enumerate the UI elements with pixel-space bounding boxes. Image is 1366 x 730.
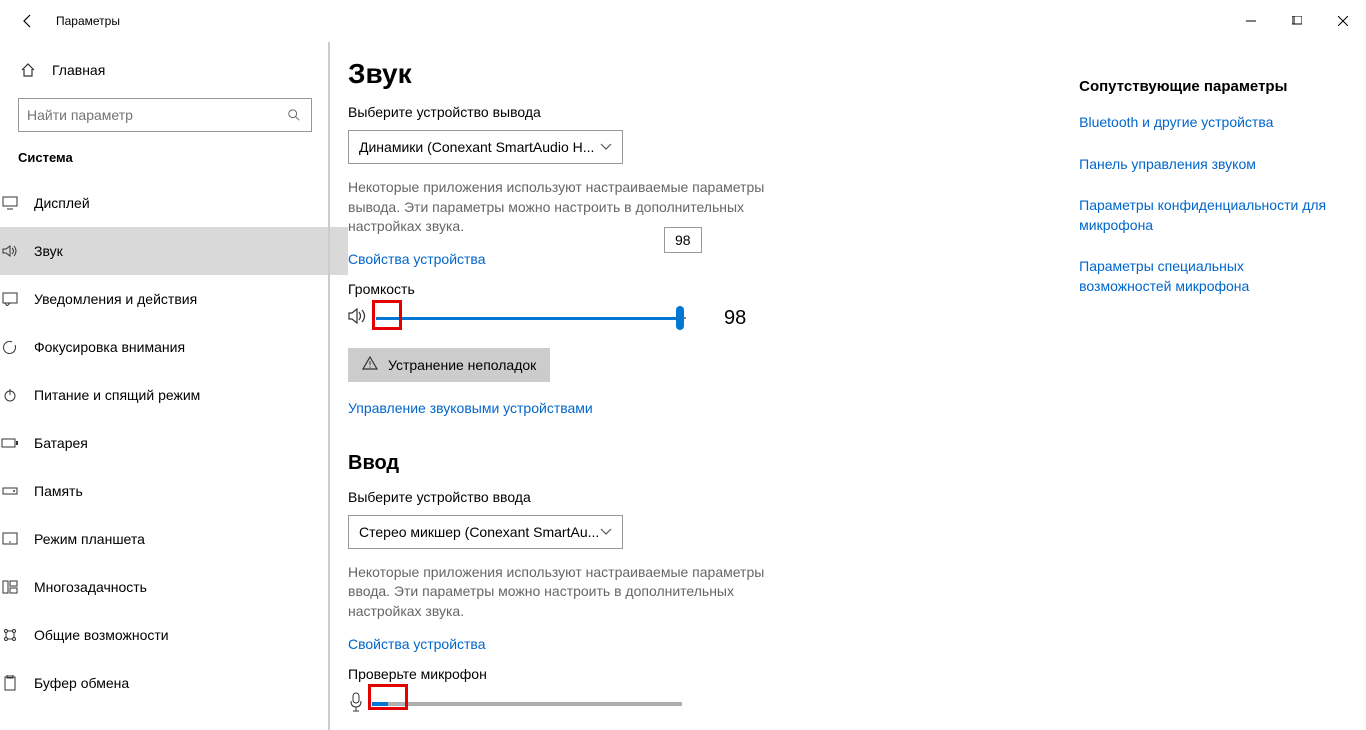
- chevron-down-icon: [600, 138, 612, 156]
- volume-tooltip: 98: [664, 227, 702, 253]
- microphone-icon: [348, 692, 364, 717]
- nav-battery[interactable]: Батарея: [0, 419, 348, 467]
- nav-display[interactable]: Дисплей: [0, 179, 348, 227]
- home-icon: [18, 62, 38, 78]
- mic-test-label: Проверьте микрофон: [348, 666, 1079, 682]
- mic-level-bar: [372, 702, 682, 706]
- close-button[interactable]: [1320, 6, 1366, 36]
- home-nav[interactable]: Главная: [18, 50, 312, 90]
- nav-shared[interactable]: Общие возможности: [0, 611, 348, 659]
- nav-label: Звук: [34, 243, 63, 259]
- category-label: Система: [18, 150, 312, 165]
- input-help-text: Некоторые приложения используют настраив…: [348, 563, 768, 622]
- clipboard-icon: [0, 675, 20, 691]
- related-link-mic-accessibility[interactable]: Параметры специальных возможностей микро…: [1079, 257, 1336, 296]
- nav-label: Память: [34, 483, 83, 499]
- input-device-label: Выберите устройство ввода: [348, 489, 1079, 505]
- search-box[interactable]: [18, 98, 312, 132]
- nav-label: Уведомления и действия: [34, 291, 197, 307]
- volume-slider[interactable]: [376, 308, 686, 328]
- nav-list: Дисплей Звук Уведомления и действия Фоку…: [0, 179, 348, 707]
- highlight-box: [372, 300, 402, 330]
- search-input[interactable]: [19, 107, 277, 123]
- battery-icon: [0, 437, 20, 449]
- output-help-text: Некоторые приложения используют настраив…: [348, 178, 768, 237]
- output-device-value: Динамики (Conexant SmartAudio H...: [359, 139, 600, 155]
- related-link-mic-privacy[interactable]: Параметры конфиденциальности для микрофо…: [1079, 196, 1336, 235]
- page-title: Звук: [348, 58, 1079, 90]
- input-section-title: Ввод: [348, 452, 1079, 475]
- related-link-bluetooth[interactable]: Bluetooth и другие устройства: [1079, 113, 1336, 133]
- volume-icon[interactable]: [348, 307, 368, 330]
- power-icon: [0, 387, 20, 403]
- output-device-label: Выберите устройство вывода: [348, 104, 1079, 120]
- chevron-down-icon: [600, 523, 612, 541]
- focus-icon: [0, 339, 20, 355]
- nav-label: Питание и спящий режим: [34, 387, 200, 403]
- input-props-link[interactable]: Свойства устройства: [348, 636, 486, 652]
- nav-power[interactable]: Питание и спящий режим: [0, 371, 348, 419]
- multitask-icon: [0, 580, 20, 594]
- volume-value: 98: [724, 307, 746, 330]
- warning-icon: [362, 356, 378, 373]
- sound-icon: [0, 244, 20, 258]
- related-settings: Сопутствующие параметры Bluetooth и друг…: [1079, 58, 1336, 730]
- related-title: Сопутствующие параметры: [1079, 78, 1336, 95]
- nav-label: Батарея: [34, 435, 88, 451]
- titlebar: Параметры: [0, 0, 1366, 42]
- back-button[interactable]: [14, 7, 42, 35]
- nav-label: Дисплей: [34, 195, 90, 211]
- input-device-value: Стерео микшер (Conexant SmartAu...: [359, 524, 600, 540]
- window-title: Параметры: [56, 14, 120, 28]
- manage-devices-link[interactable]: Управление звуковыми устройствами: [348, 400, 593, 416]
- volume-label: Громкость: [348, 281, 1079, 297]
- input-device-select[interactable]: Стерео микшер (Conexant SmartAu...: [348, 515, 623, 549]
- home-label: Главная: [52, 62, 105, 78]
- nav-sound[interactable]: Звук: [0, 227, 348, 275]
- nav-label: Фокусировка внимания: [34, 339, 185, 355]
- nav-focus[interactable]: Фокусировка внимания: [0, 323, 348, 371]
- shared-icon: [0, 627, 20, 643]
- troubleshoot-label: Устранение неполадок: [388, 357, 536, 373]
- tablet-icon: [0, 532, 20, 546]
- sidebar: Главная Система Дисплей Звук Уведомлени: [0, 42, 330, 730]
- nav-tablet[interactable]: Режим планшета: [0, 515, 348, 563]
- search-icon: [277, 108, 311, 122]
- troubleshoot-button[interactable]: Устранение неполадок: [348, 348, 550, 382]
- nav-storage[interactable]: Память: [0, 467, 348, 515]
- nav-label: Общие возможности: [34, 627, 169, 643]
- related-link-sound-panel[interactable]: Панель управления звуком: [1079, 155, 1336, 175]
- main-content: Звук Выберите устройство вывода Динамики…: [348, 58, 1079, 730]
- storage-icon: [0, 485, 20, 497]
- nav-clipboard[interactable]: Буфер обмена: [0, 659, 348, 707]
- notifications-icon: [0, 292, 20, 306]
- minimize-button[interactable]: [1228, 6, 1274, 36]
- nav-multitask[interactable]: Многозадачность: [0, 563, 348, 611]
- nav-notifications[interactable]: Уведомления и действия: [0, 275, 348, 323]
- nav-label: Многозадачность: [34, 579, 147, 595]
- output-device-select[interactable]: Динамики (Conexant SmartAudio H...: [348, 130, 623, 164]
- maximize-button[interactable]: [1274, 6, 1320, 36]
- output-props-link[interactable]: Свойства устройства: [348, 251, 486, 267]
- display-icon: [0, 196, 20, 210]
- nav-label: Режим планшета: [34, 531, 145, 547]
- nav-label: Буфер обмена: [34, 675, 129, 691]
